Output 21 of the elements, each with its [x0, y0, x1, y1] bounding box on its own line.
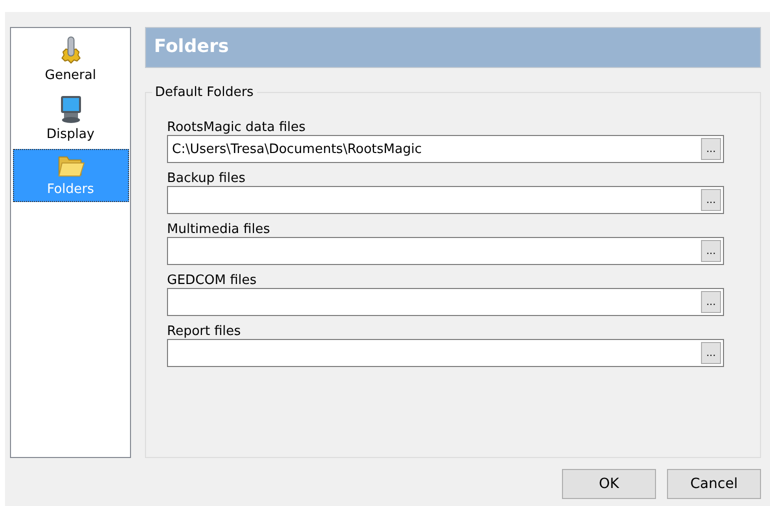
field-label: Backup files	[167, 172, 246, 186]
field-label: Multimedia files	[167, 223, 270, 237]
input-field[interactable]: ...	[167, 237, 724, 265]
field-label: RootsMagic data files	[167, 121, 306, 135]
sidebar-item[interactable]: Display	[12, 90, 128, 147]
browse-button[interactable]: ...	[701, 240, 721, 262]
gear-icon	[60, 35, 82, 65]
cancel-button[interactable]: Cancel	[667, 469, 761, 499]
input-field[interactable]: ...	[167, 186, 724, 214]
input-field[interactable]: ...	[167, 288, 724, 316]
browse-button[interactable]: ...	[701, 342, 721, 364]
field-label: Report files	[167, 325, 241, 339]
sidebar-item[interactable]: General	[12, 31, 128, 88]
input-field[interactable]: C:\Users\Tresa\Documents\RootsMagic ...	[167, 135, 724, 163]
page-header: Folders	[145, 27, 761, 68]
browse-button[interactable]: ...	[701, 189, 721, 211]
ok-button[interactable]: OK	[562, 469, 656, 499]
input-field[interactable]: ...	[167, 339, 724, 367]
browse-button[interactable]: ...	[701, 138, 721, 160]
browse-button[interactable]: ...	[701, 291, 721, 313]
field-label: GEDCOM files	[167, 274, 257, 288]
